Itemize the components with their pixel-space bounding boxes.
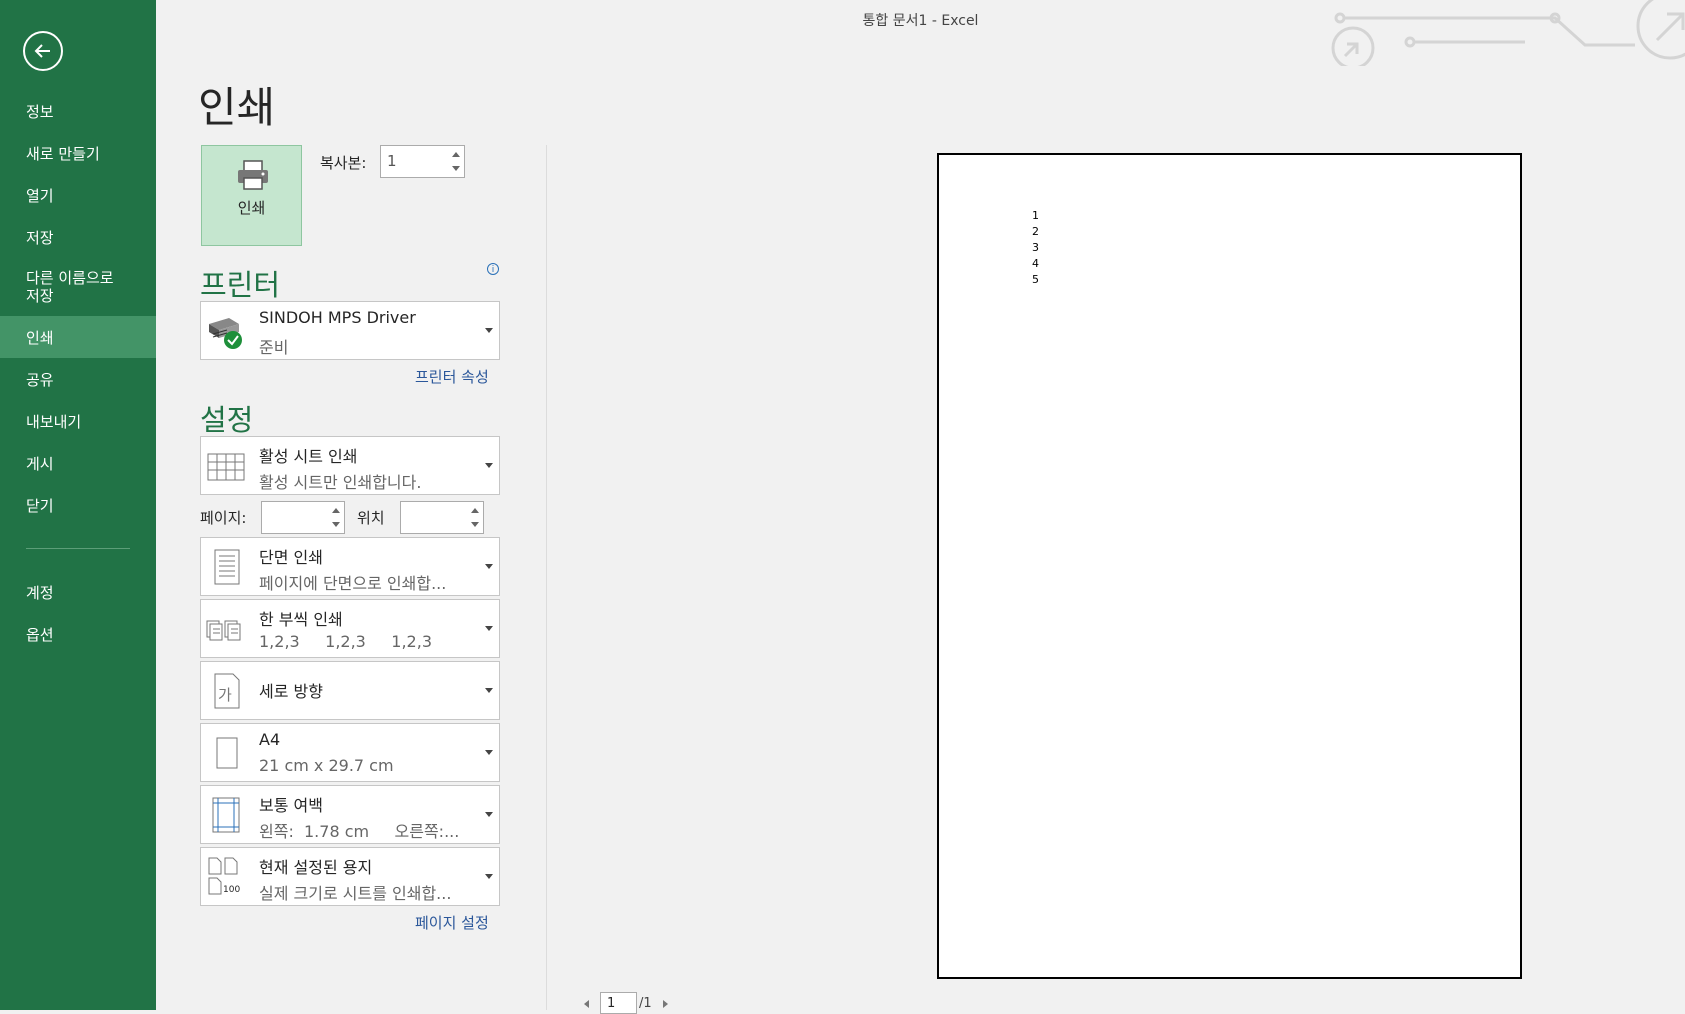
pages-to-stepper[interactable] [400, 501, 484, 534]
preview-cell: 3 [1032, 241, 1039, 254]
copies-value: 1 [387, 152, 397, 170]
print-button[interactable]: 인쇄 [201, 145, 302, 246]
printer-ready-icon [209, 318, 242, 349]
print-button-label: 인쇄 [237, 199, 266, 217]
panel-separator [546, 145, 547, 1010]
backstage-sidebar: 정보 새로 만들기 열기 저장 다른 이름으로 저장 인쇄 공유 내보내기 게시… [0, 0, 156, 1010]
total-pages: /1 [639, 996, 652, 1011]
print-what-title: 활성 시트 인쇄 [259, 447, 358, 466]
scaling-dropdown[interactable]: 100 현재 설정된 용지 실제 크기로 시트를 인쇄합... [200, 847, 500, 906]
one-sided-page-icon [214, 549, 240, 585]
margins-icon [212, 797, 240, 833]
margins-dropdown[interactable]: 보통 여백 왼쪽: 1.78 cm 오른쪽:... [200, 785, 500, 844]
preview-cell: 4 [1032, 257, 1039, 270]
back-button[interactable] [23, 31, 63, 71]
sidebar-item-open[interactable]: 열기 [0, 174, 156, 216]
orientation-title: 세로 방향 [259, 682, 323, 701]
scaling-desc: 실제 크기로 시트를 인쇄합... [259, 884, 452, 903]
paper-size-dropdown[interactable]: A4 21 cm x 29.7 cm [200, 723, 500, 782]
preview-cell: 2 [1032, 225, 1039, 238]
sides-title: 단면 인쇄 [259, 548, 323, 567]
collate-title: 한 부씩 인쇄 [259, 610, 343, 629]
page-setup-link[interactable]: 페이지 설정 [415, 912, 489, 933]
print-what-desc: 활성 시트만 인쇄합니다. [259, 473, 422, 492]
chevron-down-icon [485, 463, 493, 468]
copies-down-icon[interactable] [452, 166, 460, 171]
sidebar-item-share[interactable]: 공유 [0, 358, 156, 400]
sidebar-item-new[interactable]: 새로 만들기 [0, 132, 156, 174]
copies-stepper[interactable]: 1 [380, 145, 465, 178]
print-what-dropdown[interactable]: 활성 시트 인쇄 활성 시트만 인쇄합니다. [200, 436, 500, 495]
sides-desc: 페이지에 단면으로 인쇄합... [259, 574, 447, 593]
sidebar-item-close[interactable]: 닫기 [0, 484, 156, 526]
preview-cell: 1 [1032, 209, 1039, 222]
sidebar-divider [26, 548, 130, 549]
printer-name: SINDOH MPS Driver [259, 308, 416, 327]
chevron-down-icon [485, 626, 493, 631]
collated-pages-icon [206, 620, 241, 641]
pages-from-down-icon[interactable] [332, 522, 340, 527]
scaling-title: 현재 설정된 용지 [259, 858, 373, 877]
info-icon[interactable]: i [487, 263, 499, 275]
chevron-down-icon [485, 564, 493, 569]
pages-to-down-icon[interactable] [471, 522, 479, 527]
page-number-input[interactable]: 1 [600, 992, 637, 1014]
paper-size-desc: 21 cm x 29.7 cm [259, 756, 394, 775]
orientation-dropdown[interactable]: 가 세로 방향 [200, 661, 500, 720]
paper-size-icon [216, 737, 238, 769]
scaling-icon: 100 [208, 857, 240, 895]
chevron-down-icon [485, 328, 493, 333]
circuit-decoration-icon [1331, 0, 1685, 66]
sheet-grid-icon [207, 453, 245, 481]
pages-label: 페이지: [200, 509, 247, 527]
pages-to-label: 위치 [357, 509, 385, 527]
svg-text:가: 가 [218, 686, 232, 704]
next-page-icon[interactable] [663, 1000, 668, 1008]
sidebar-item-info[interactable]: 정보 [0, 90, 156, 132]
printer-status: 준비 [259, 338, 289, 357]
paper-size-title: A4 [259, 730, 281, 749]
sidebar-item-save[interactable]: 저장 [0, 216, 156, 258]
preview-cell: 5 [1032, 273, 1039, 286]
copies-up-icon[interactable] [452, 152, 460, 157]
sidebar-item-export[interactable]: 내보내기 [0, 400, 156, 442]
prev-page-icon[interactable] [584, 1000, 589, 1008]
printer-dropdown[interactable]: SINDOH MPS Driver 준비 [200, 301, 500, 360]
chevron-down-icon [485, 812, 493, 817]
sidebar-item-options[interactable]: 옵션 [0, 613, 156, 655]
sidebar-item-save-as[interactable]: 다른 이름으로 저장 [0, 258, 156, 316]
sidebar-item-print[interactable]: 인쇄 [0, 316, 156, 358]
printer-heading: 프린터 [200, 268, 281, 302]
printer-properties-link[interactable]: 프린터 속성 [415, 366, 489, 387]
settings-heading: 설정 [200, 403, 254, 437]
pages-from-stepper[interactable] [261, 501, 345, 534]
pages-to-up-icon[interactable] [471, 508, 479, 513]
chevron-down-icon [485, 688, 493, 693]
svg-text:100: 100 [223, 885, 240, 895]
sides-dropdown[interactable]: 단면 인쇄 페이지에 단면으로 인쇄합... [200, 537, 500, 596]
collate-desc: 1,2,3 1,2,3 1,2,3 [259, 632, 432, 651]
chevron-down-icon [485, 874, 493, 879]
back-arrow-icon [34, 44, 50, 58]
portrait-orientation-icon: 가 [214, 673, 240, 709]
sidebar-item-publish[interactable]: 게시 [0, 442, 156, 484]
copies-label: 복사본: [320, 154, 367, 172]
collate-dropdown[interactable]: 한 부씩 인쇄 1,2,3 1,2,3 1,2,3 [200, 599, 500, 658]
pages-from-up-icon[interactable] [332, 508, 340, 513]
sidebar-nav: 정보 새로 만들기 열기 저장 다른 이름으로 저장 인쇄 공유 내보내기 게시… [0, 90, 156, 655]
sidebar-item-account[interactable]: 계정 [0, 571, 156, 613]
margins-desc: 왼쪽: 1.78 cm 오른쪽:... [259, 822, 460, 841]
chevron-down-icon [485, 750, 493, 755]
margins-title: 보통 여백 [259, 796, 323, 815]
page-title: 인쇄 [198, 83, 276, 132]
printer-icon [238, 160, 268, 190]
print-preview-page: 1 2 3 4 5 [937, 153, 1522, 979]
